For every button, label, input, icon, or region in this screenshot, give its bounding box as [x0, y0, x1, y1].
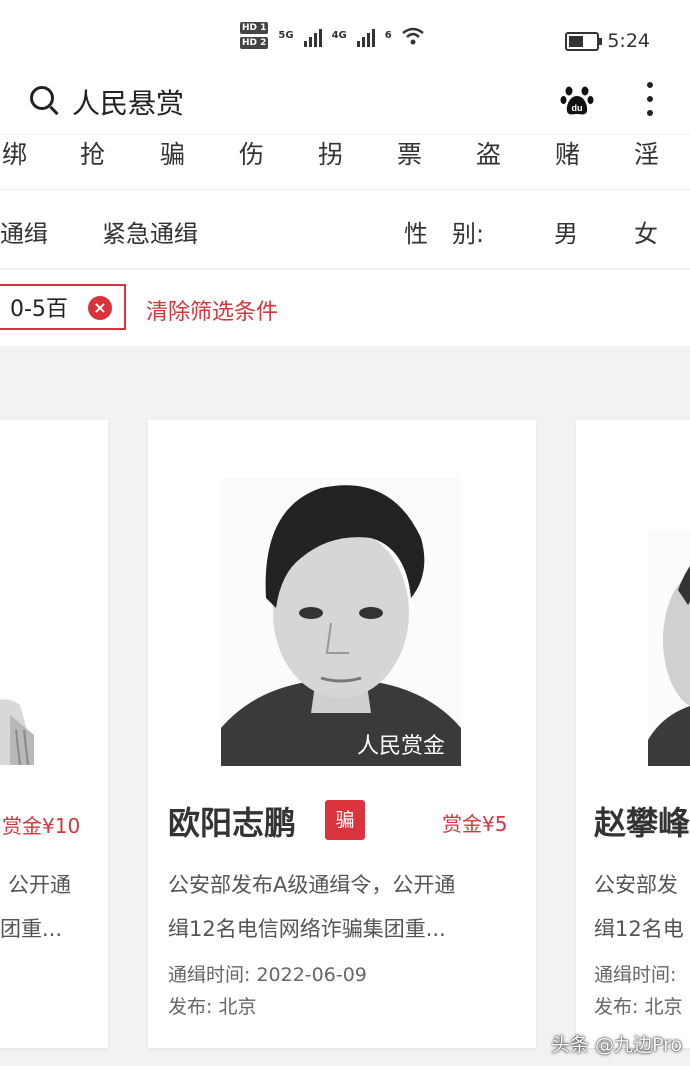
gender-male[interactable]: 男 [554, 214, 578, 249]
search-icon[interactable] [30, 86, 54, 110]
type-filter-row: 通缉 紧急通缉 性 别: 男 女 [0, 190, 690, 269]
hd1-label: HD 1 [240, 22, 269, 34]
category-item[interactable]: 抢 [80, 135, 105, 171]
category-item[interactable]: 赌 [555, 135, 580, 171]
wanted-time-value: 2022-06-09 [256, 964, 367, 986]
gender-label: 性 别: [404, 220, 485, 248]
suspect-name: 欧阳志鹏 [168, 804, 297, 842]
reward-amount: 赏金¥10 [2, 814, 81, 838]
type-urgent-wanted[interactable]: 紧急通缉 [102, 214, 198, 249]
status-bar: HD 1 HD 2 5G 4G 6 5:24 [0, 0, 690, 80]
publisher-value: 北京 [218, 996, 257, 1018]
suspect-photo [648, 530, 690, 766]
reward-amount: 赏金¥5 [442, 812, 508, 836]
wanted-time: 通缉时间: 2022-06-09 [168, 960, 367, 987]
category-item[interactable]: 淫 [634, 135, 659, 171]
publisher-label: 发布: [594, 996, 639, 1018]
case-description-line2: 团重... [0, 917, 63, 941]
category-item[interactable]: 骗 [160, 135, 185, 171]
page-title[interactable]: 人民悬赏 [72, 82, 184, 122]
hd2-label: HD 2 [240, 37, 269, 49]
clock: 5:24 [607, 30, 650, 52]
svg-text:du: du [572, 103, 583, 113]
app-header: 人民悬赏 du [0, 80, 690, 134]
wanted-time-label: 通缉时间: [594, 964, 677, 986]
network-4g-label: 4G [331, 30, 347, 41]
bounty-card[interactable]: 人民赏金 欧阳志鹏 骗 赏金¥5 公安部发布A级通缉令，公开通 缉12名电信网络… [148, 420, 536, 1048]
category-item[interactable]: 盗 [476, 135, 501, 171]
bounty-card[interactable]: 赵攀峰 公安部发 缉12名电 通缉时间: 发布: 北京 [576, 420, 690, 1048]
publisher: 发布: 北京 [168, 992, 256, 1019]
photo-watermark: 人民赏金 [357, 734, 445, 759]
type-wanted[interactable]: 通缉 [0, 214, 48, 249]
status-right: 5:24 [565, 30, 650, 52]
signal-icon-2 [356, 25, 375, 47]
publisher-label: 发布: [168, 996, 213, 1018]
category-item[interactable]: 绑 [2, 135, 27, 171]
wifi-icon [401, 27, 424, 44]
category-item[interactable]: 票 [397, 135, 422, 171]
signal-icon [303, 25, 322, 47]
battery-icon [565, 31, 603, 51]
suspect-photo [0, 675, 34, 765]
signal-indicators: HD 1 HD 2 5G 4G 6 [240, 22, 424, 49]
gender-female[interactable]: 女 [634, 214, 658, 249]
more-vertical-icon[interactable] [640, 82, 660, 116]
category-row: 绑 抢 骗 伤 拐 票 盗 赌 淫 [0, 134, 690, 190]
close-icon[interactable]: × [88, 296, 112, 320]
case-description-line1: 公安部发布A级通缉令，公开通 [168, 873, 456, 897]
network-5g-label: 5G [278, 30, 294, 41]
crime-tag: 骗 [325, 800, 365, 840]
bounty-card[interactable]: 赏金¥10 公开通 团重... [0, 420, 108, 1048]
category-item[interactable]: 拐 [318, 135, 343, 171]
clear-filters-button[interactable]: 清除筛选条件 [146, 294, 278, 326]
case-description-line2: 缉12名电信网络诈骗集团重... [168, 917, 446, 941]
filter-chip-label: 0-5百 [10, 297, 68, 322]
source-watermark: 头条 @九边Pro [551, 1034, 683, 1056]
hd-indicator: HD 1 HD 2 [240, 22, 269, 49]
baidu-paw-icon[interactable]: du [560, 83, 594, 117]
case-description-line2: 缉12名电 [594, 917, 684, 941]
suspect-photo: 人民赏金 [221, 478, 461, 766]
publisher-value: 北京 [644, 996, 683, 1018]
case-description-line1: 公开通 [8, 873, 71, 897]
category-item[interactable]: 伤 [239, 135, 264, 171]
filter-chip[interactable]: 0-5百 × [0, 284, 126, 330]
publisher: 发布: 北京 [594, 992, 682, 1019]
wanted-time-label: 通缉时间: [168, 964, 251, 986]
active-filter-row: 0-5百 × 清除筛选条件 [0, 270, 690, 346]
suspect-name: 赵攀峰 [594, 804, 690, 842]
case-description-line1: 公安部发 [594, 873, 678, 897]
wifi-label: 6 [384, 30, 392, 41]
